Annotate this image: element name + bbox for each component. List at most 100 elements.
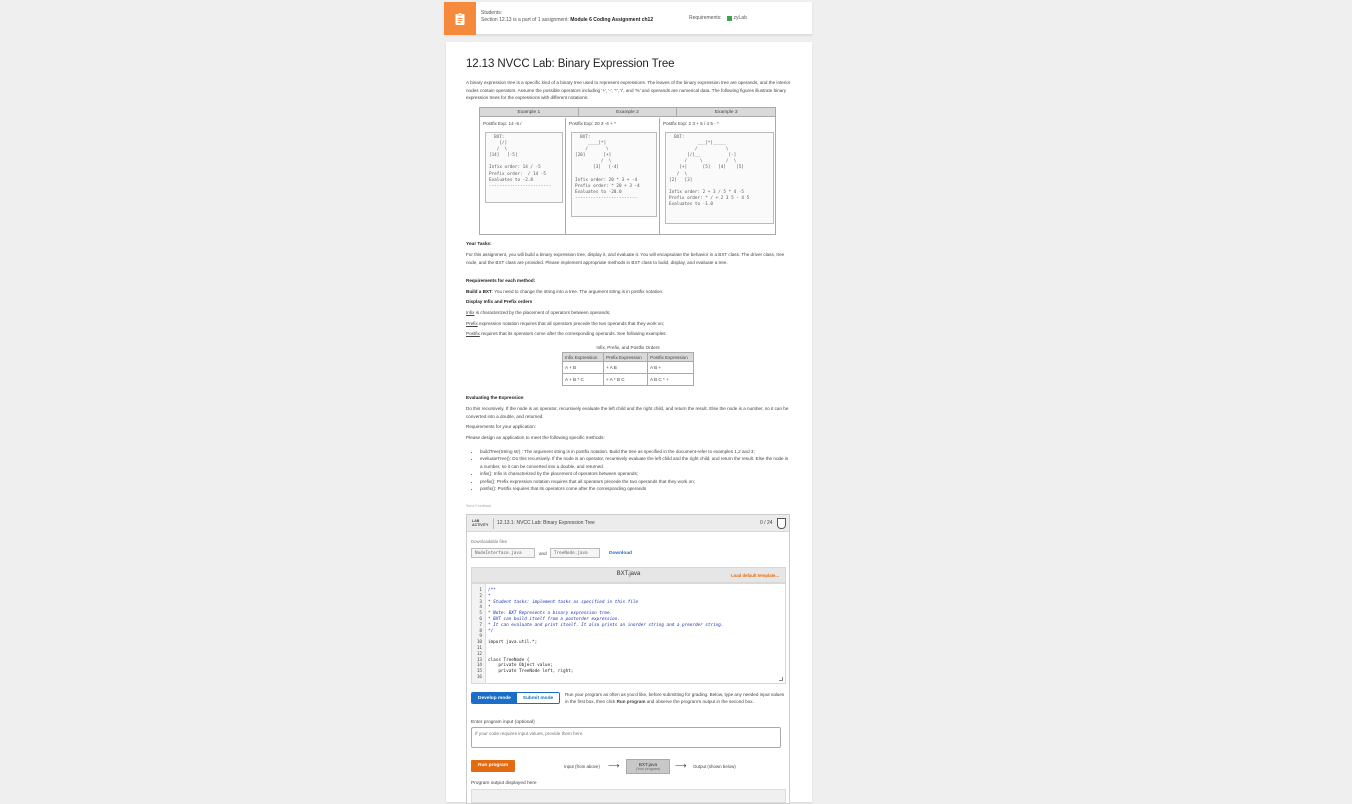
code-text: * It can evaluate and print itself. It a…: [488, 622, 724, 628]
example-1: Postfix Exp: 14 -5 / BXT: [/] / \ [14] […: [480, 118, 566, 235]
clipboard-icon: [444, 2, 476, 35]
code-text: private Object value;: [488, 663, 553, 669]
example-3: Postfix Exp: 2 3 + 5 / 4 5 - * BXT: ___[…: [660, 118, 775, 235]
column-header: Infix Expression: [562, 352, 604, 362]
code-text: /**: [488, 588, 496, 593]
requirements: Requirements: zyLab: [689, 15, 747, 21]
completion-badge-icon: [777, 518, 786, 529]
example-tree: BXT: ____[*] / \ [20] [+] / \ [3] [-4] I…: [571, 132, 657, 217]
design-paragraph: Please design an application to meet the…: [466, 435, 605, 440]
program-output: [471, 789, 786, 803]
zylab-icon: [726, 15, 732, 21]
example-2: Postfix Exp: 20 3 -4 + * BXT: ____[*] / …: [566, 118, 660, 235]
code-text: *: [488, 605, 491, 611]
program-input-label: Enter program input (optional): [471, 720, 535, 725]
code-text: * Note: BXT Represents a binary expressi…: [488, 611, 613, 617]
arrow-right-icon: ⟶: [675, 761, 687, 770]
example-header: Example 1: [480, 108, 579, 116]
example-tree: BXT: [/] / \ [14] [-5] Infix order: 14 /…: [485, 132, 563, 203]
code-text: * BXT can build itself from a postorder …: [488, 616, 620, 622]
assignment-banner: Students: Section 12.13 is a part of 1 a…: [444, 2, 812, 35]
develop-mode-button[interactable]: Develop mode: [472, 693, 517, 703]
column-header: Postfix Expression: [647, 352, 694, 362]
example-header: Example 3: [714, 110, 738, 115]
program-box: BXT.java (Your program): [626, 759, 670, 774]
code-text: */: [488, 628, 494, 634]
requirements-heading: Requirements for each method:: [466, 278, 536, 283]
table-row: A + B * C + A * B C A B C * +: [562, 373, 694, 386]
table-cell: A B +: [647, 361, 694, 374]
page-title: 12.13 NVCC Lab: Binary Expression Tree: [466, 58, 675, 70]
example-caption: Postfix Exp: 2 3 + 5 / 4 5 - *: [663, 121, 719, 126]
flow-input-label: Input (from above): [564, 764, 600, 769]
column-header: Prefix Expression: [603, 352, 648, 362]
lab-activity: LAB ACTIVITY 12.13.1: NVCC Lab: Binary Ex…: [466, 514, 790, 804]
run-program-button[interactable]: Run program: [471, 760, 516, 772]
list-item: infix(): Infix is characterized by the p…: [480, 470, 792, 477]
banner-students: Students:: [481, 10, 503, 16]
feedback-link[interactable]: Send Feedback: [466, 503, 792, 511]
program-output-label: Program output displayed here: [471, 781, 537, 786]
file-node-interface[interactable]: NodeInterface.java: [471, 548, 535, 558]
example-header: Example 2: [579, 108, 678, 116]
table-cell: + A B: [603, 361, 648, 374]
table-cell: A B C * +: [647, 373, 694, 386]
example-caption: Postfix Exp: 20 3 -4 + *: [569, 121, 616, 126]
and-label: and: [539, 551, 547, 556]
examples-table: Example 1 Example 2 Example 3 Postfix Ex…: [479, 107, 776, 235]
code-lines: 1/** 2 * 3 * Student tasks: implement tasks …: [472, 588, 724, 681]
list-item: buildTree(String str) : The argument str…: [480, 448, 792, 455]
mode-toggle: Develop mode Submit mode: [471, 692, 561, 704]
table-cell: A + B * C: [562, 373, 604, 386]
list-item: posfix(): Postfix requires that its oper…: [480, 485, 792, 492]
code-text: import java.util.*;: [488, 640, 538, 646]
examples-header: Example 1 Example 2 Example 3: [480, 108, 775, 117]
line-number: 16: [476, 674, 482, 680]
table-cell: A + B: [562, 361, 604, 374]
assignment-link[interactable]: Module 6 Coding Assignment ch12: [570, 17, 653, 23]
mode-help-text: Run your program as often as you'd like,…: [565, 692, 785, 705]
evaluating-heading: Evaluating the Expression: [466, 395, 524, 400]
download-link[interactable]: Download: [609, 551, 632, 556]
divider: [493, 518, 494, 529]
load-default-template-link[interactable]: Load default template...: [731, 573, 779, 578]
display-heading: Display Infix and Prefix orders: [466, 299, 533, 304]
code-line: 16: [472, 675, 723, 681]
arrow-right-icon: ⟶: [608, 761, 620, 770]
lab-header: LAB ACTIVITY 12.13.1: NVCC Lab: Binary Ex…: [467, 515, 789, 532]
lab-score: 0 / 24: [760, 520, 773, 526]
program-input[interactable]: [471, 727, 781, 748]
editor-toolbar: BXT.java Load default template...: [471, 567, 786, 583]
banner-text: Students: Section 12.13 is a part of 1 a…: [481, 10, 653, 24]
banner-assignment: Section 12.13 is a part of 1 assignment:…: [481, 17, 654, 23]
resize-handle-icon[interactable]: [779, 677, 783, 681]
orders-table: Infix Expression Prefix Expression Postf…: [562, 352, 694, 386]
example-caption: Postfix Exp: 14 -5 /: [483, 121, 522, 126]
tasks-heading: Your Tasks:: [466, 241, 492, 246]
table-cell: + A * B C: [603, 373, 648, 386]
code-line: 7 * It can evaluate and print itself. It …: [472, 623, 723, 629]
code-editor[interactable]: 1/** 2 * 3 * Student tasks: implement tasks …: [471, 583, 786, 684]
flow-output-label: Output (shown below): [693, 764, 736, 769]
requirements-app: Requirements for your application:: [466, 424, 536, 429]
list-item: eveluateTree(): Do this recursively. If …: [480, 455, 792, 470]
downloadable-files-label: Downloadable files: [471, 539, 508, 544]
table-row: A + B + A B A B +: [562, 361, 694, 374]
table-header-row: Infix Expression Prefix Expression Postf…: [562, 352, 694, 362]
prefix-paragraph: Prefix expression notation requires that…: [466, 321, 665, 326]
list-item: prefix(): Prefix expression notation req…: [480, 478, 792, 485]
infix-paragraph: Infix is characterized by the placement …: [466, 310, 611, 315]
submit-mode-button[interactable]: Submit mode: [516, 693, 560, 703]
postfix-paragraph: Postfix requires that its operators come…: [466, 331, 667, 336]
intro-paragraph: A binary expression tree is a specific k…: [466, 80, 791, 100]
tasks-body: For this assignment, you will build a bi…: [466, 252, 785, 265]
evaluating-body: Do this recursively. If the node is an o…: [466, 406, 789, 419]
example-tree: BXT: ___[*]_____ / \ [/]__ [-] / \ / \ […: [665, 132, 774, 224]
file-tree-node[interactable]: TreeNode.java: [550, 548, 600, 558]
build-paragraph: Build a BXT: You need to change the stri…: [466, 289, 664, 294]
methods-list: buildTree(String str) : The argument str…: [480, 448, 792, 492]
